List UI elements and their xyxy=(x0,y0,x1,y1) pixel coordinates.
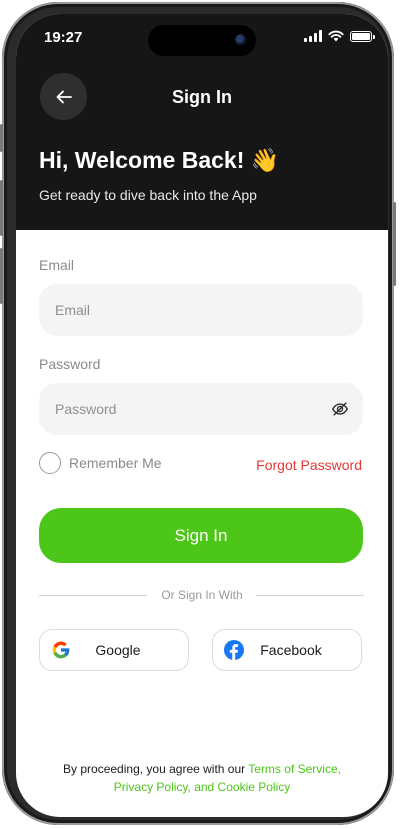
password-label: Password xyxy=(39,356,101,372)
welcome-subtitle: Get ready to dive back into the App xyxy=(39,187,257,203)
camera-icon xyxy=(235,34,247,46)
battery-icon xyxy=(350,30,375,42)
page-title: Sign In xyxy=(172,87,232,107)
email-label: Email xyxy=(39,257,75,273)
google-sign-in-button[interactable]: Google xyxy=(39,629,189,671)
action-button xyxy=(0,124,3,152)
terms-prefix: By proceeding, you agree with our xyxy=(63,762,249,776)
welcome-heading: Hi, Welcome Back! 👋 xyxy=(39,147,280,173)
google-icon xyxy=(52,641,70,659)
eye-slash-icon[interactable] xyxy=(331,400,349,418)
terms-notice: By proceeding, you agree with our Terms … xyxy=(46,760,358,796)
cellular-signal-icon xyxy=(304,30,322,42)
divider-right xyxy=(256,595,364,596)
email-field-container xyxy=(39,284,363,336)
facebook-icon xyxy=(224,640,244,660)
forgot-password-link[interactable]: Forgot Password xyxy=(256,457,362,473)
remember-me-checkbox[interactable] xyxy=(39,452,61,474)
volume-up-button xyxy=(0,180,3,236)
power-button xyxy=(393,202,396,286)
phone-frame: 19:27 Sign In Hi, Welcome Back! 👋 Get re… xyxy=(0,2,396,825)
status-time: 19:27 xyxy=(44,29,83,46)
screen: 19:27 Sign In Hi, Welcome Back! 👋 Get re… xyxy=(16,14,388,817)
facebook-sign-in-button[interactable]: Facebook xyxy=(212,629,362,671)
sign-in-button[interactable]: Sign In xyxy=(39,508,363,563)
header: 19:27 Sign In Hi, Welcome Back! 👋 Get re… xyxy=(16,14,388,230)
remember-me-label: Remember Me xyxy=(69,455,162,471)
remember-me-toggle[interactable]: Remember Me xyxy=(39,452,162,474)
volume-down-button xyxy=(0,248,3,304)
wifi-icon xyxy=(328,30,344,42)
password-field-container xyxy=(39,383,363,435)
password-input[interactable] xyxy=(39,401,363,417)
status-icons xyxy=(304,30,375,42)
email-input[interactable] xyxy=(39,302,363,318)
dynamic-island xyxy=(148,25,256,56)
